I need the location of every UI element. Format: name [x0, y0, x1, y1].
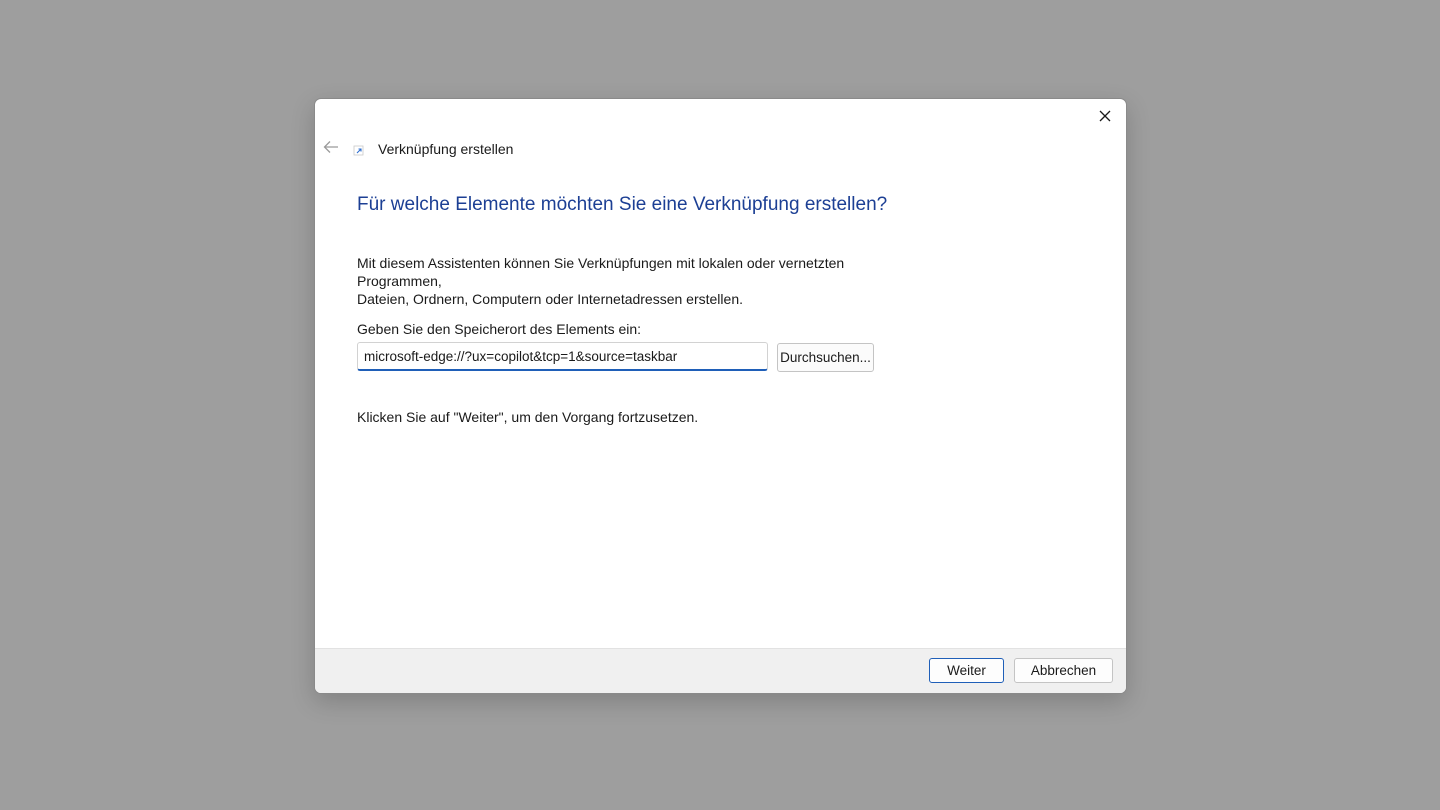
- next-button[interactable]: Weiter: [929, 658, 1004, 683]
- back-button[interactable]: [321, 137, 341, 157]
- wizard-description: Mit diesem Assistenten können Sie Verknü…: [357, 254, 917, 308]
- description-line-2: Dateien, Ordnern, Computern oder Interne…: [357, 291, 743, 307]
- location-input[interactable]: [357, 342, 768, 371]
- cancel-button[interactable]: Abbrechen: [1014, 658, 1113, 683]
- close-icon: [1099, 110, 1111, 122]
- dialog-footer: Weiter Abbrechen: [315, 648, 1126, 693]
- shortcut-icon: [353, 145, 364, 156]
- close-button[interactable]: [1090, 103, 1120, 129]
- browse-button[interactable]: Durchsuchen...: [777, 343, 874, 372]
- wizard-title: Verknüpfung erstellen: [378, 141, 514, 157]
- continue-hint: Klicken Sie auf "Weiter", um den Vorgang…: [357, 409, 699, 425]
- create-shortcut-dialog: Verknüpfung erstellen Für welche Element…: [314, 98, 1127, 694]
- page-heading: Für welche Elemente möchten Sie eine Ver…: [357, 194, 888, 215]
- back-arrow-icon: [323, 141, 338, 153]
- location-label: Geben Sie den Speicherort des Elements e…: [357, 321, 642, 337]
- description-line-1: Mit diesem Assistenten können Sie Verknü…: [357, 255, 845, 289]
